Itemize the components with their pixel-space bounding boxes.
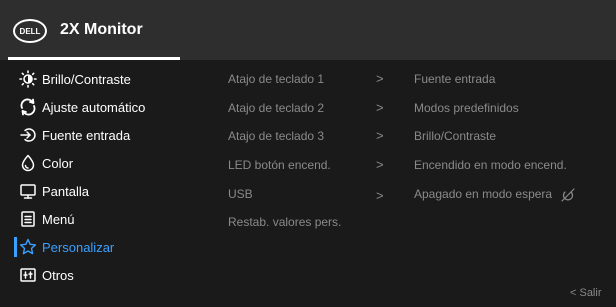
- chevron-right-icon: >: [376, 157, 384, 172]
- submenu-value-atajo-2: Modos predefinidos: [414, 101, 519, 115]
- submenu-value-atajo-3: Brillo/Contraste: [414, 129, 497, 143]
- header-divider: [8, 57, 180, 60]
- submenu-label-usb[interactable]: USB: [228, 187, 253, 201]
- chevron-right-icon: >: [376, 100, 384, 115]
- submenu-label-restab[interactable]: Restab. valores pers.: [228, 215, 341, 229]
- exit-button[interactable]: < Salir: [570, 287, 602, 299]
- auto-adjust-icon: [19, 98, 37, 116]
- menu-item-brillo-contraste[interactable]: Brillo/Contraste: [0, 66, 200, 92]
- display-icon: [19, 182, 37, 200]
- submenu-value-atajo-1: Fuente entrada: [414, 72, 496, 86]
- monitor-title: 2X Monitor: [60, 21, 143, 38]
- submenu-value-usb: Apagado en modo espera: [414, 187, 576, 202]
- submenu-label-atajo-3[interactable]: Atajo de teclado 3: [228, 129, 324, 143]
- power-off-icon: [561, 188, 576, 202]
- star-icon: [19, 238, 37, 256]
- menu-item-pantalla[interactable]: Pantalla: [0, 178, 200, 204]
- chevron-right-icon: >: [376, 128, 384, 143]
- menu-item-ajuste-automatico[interactable]: Ajuste automático: [0, 94, 200, 120]
- submenu-label-led[interactable]: LED botón encend.: [228, 158, 331, 172]
- dell-logo: DELL: [13, 19, 47, 43]
- menu-icon: [19, 210, 37, 228]
- menu-item-personalizar[interactable]: Personalizar: [0, 234, 200, 260]
- chevron-right-icon: >: [376, 188, 384, 203]
- submenu-label-atajo-2[interactable]: Atajo de teclado 2: [228, 101, 324, 115]
- menu-item-color[interactable]: Color: [0, 150, 200, 176]
- chevron-right-icon: >: [376, 71, 384, 86]
- menu-item-otros[interactable]: Otros: [0, 262, 200, 288]
- menu-item-menu[interactable]: Menú: [0, 206, 200, 232]
- color-palette-icon: [19, 154, 37, 172]
- monitor-osd: DELL 2X Monitor Brillo/Contraste Ajuste …: [0, 0, 616, 307]
- osd-header: DELL 2X Monitor: [0, 0, 616, 60]
- brightness-icon: [19, 70, 37, 88]
- submenu-label-atajo-1[interactable]: Atajo de teclado 1: [228, 72, 324, 86]
- submenu-value-led: Encendido en modo encend.: [414, 158, 567, 172]
- menu-item-fuente-entrada[interactable]: Fuente entrada: [0, 122, 200, 148]
- others-icon: [19, 266, 37, 284]
- input-source-icon: [19, 126, 37, 144]
